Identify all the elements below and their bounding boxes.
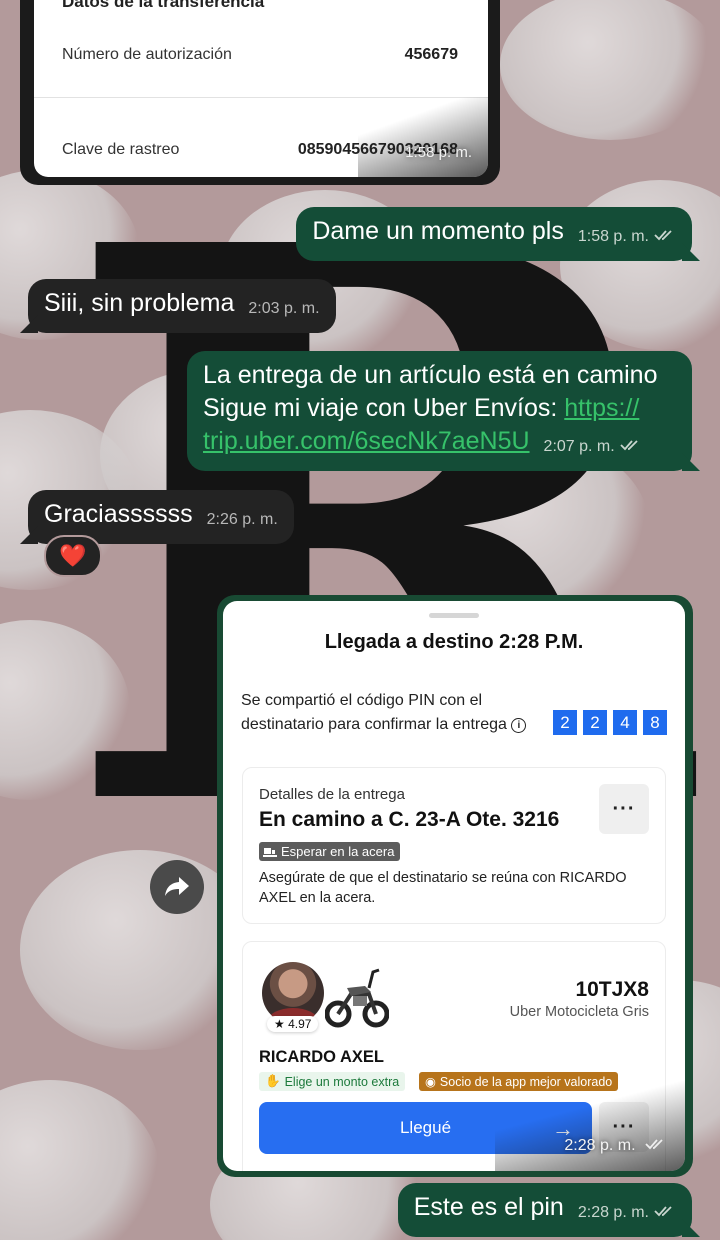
message-text: Siii, sin problema <box>44 289 235 317</box>
rating-value: 4.97 <box>288 1017 312 1031</box>
chip-label: Elige un monto extra <box>284 1074 400 1089</box>
info-icon: i <box>511 717 527 733</box>
drag-handle <box>429 613 479 618</box>
auth-row: Número de autorización 456679 <box>62 46 458 64</box>
trip-link[interactable]: https:// <box>564 394 639 422</box>
message-line: Sigue mi viaje con Uber Envíos: <box>203 394 565 422</box>
pin-code: 2 2 4 8 <box>553 710 667 735</box>
tracking-label: Clave de rastreo <box>62 141 180 158</box>
pin-digit: 2 <box>583 710 607 735</box>
double-check-icon <box>654 1206 672 1217</box>
image-shade <box>358 97 488 177</box>
destination-heading: En camino a C. 23-A Ote. 3216 <box>259 808 560 831</box>
curb-icon <box>263 847 277 857</box>
forward-icon <box>165 877 189 896</box>
tag-label: Esperar en la acera <box>281 844 395 859</box>
message-meta: 2:28 p. m. <box>578 1196 676 1229</box>
message-time: 2:28 p. m. <box>577 1204 649 1221</box>
message-time: 2:03 p. m. <box>248 300 320 317</box>
tip-chip: ✋ Elige un monto extra <box>259 1072 406 1091</box>
reaction-emoji: ❤️ <box>59 543 87 568</box>
message-text: Este es el pin <box>413 1193 564 1221</box>
uber-screenshot-message[interactable]: Llegada a destino 2:28 P.M. Se compartió… <box>217 595 693 1177</box>
double-check-icon <box>645 1139 663 1150</box>
message-line: La entrega de un artículo está en camino <box>203 361 658 389</box>
driver-avatar <box>262 962 324 1024</box>
message-meta: 2:07 p. m. <box>544 430 642 463</box>
hand-icon: ✋ <box>265 1074 281 1088</box>
incoming-message[interactable]: Siii, sin problema 2:03 p. m. <box>28 279 336 333</box>
message-time: 2:28 p. m. <box>564 1137 636 1154</box>
pin-description: Se compartió el código PIN con el destin… <box>241 689 531 736</box>
driver-name: RICARDO AXEL <box>259 1048 384 1066</box>
auth-label: Número de autorización <box>62 46 232 63</box>
details-label: Detalles de la entrega <box>259 786 405 803</box>
uber-screenshot: Llegada a destino 2:28 P.M. Se compartió… <box>223 601 685 1171</box>
pin-digit: 4 <box>613 710 637 735</box>
pin-digit: 2 <box>553 710 577 735</box>
pin-text: Se compartió el código PIN con el destin… <box>241 692 507 733</box>
curbside-tag: Esperar en la acera <box>259 842 401 861</box>
message-time: 2:07 p. m. <box>543 438 615 455</box>
message-meta: 1:58 p. m. <box>578 220 676 253</box>
outgoing-message[interactable]: La entrega de un artículo está en camino… <box>187 351 692 471</box>
message-time: 2:26 p. m. <box>206 511 278 528</box>
transfer-title: Datos de la transferencia <box>62 0 265 11</box>
button-label: Llegué <box>399 1118 452 1137</box>
transfer-image-message[interactable]: Datos de la transferencia Número de auto… <box>20 0 500 185</box>
pin-digit: 8 <box>643 710 667 735</box>
double-check-icon <box>620 440 638 451</box>
message-time: 1:58 p. m. <box>405 144 472 161</box>
message-text: Graciassssss <box>44 500 193 528</box>
message-text: Dame un momento pls <box>312 217 564 245</box>
outgoing-message[interactable]: Este es el pin 2:28 p. m. <box>397 1183 692 1237</box>
license-plate: 10TJX8 <box>575 978 649 1001</box>
trip-link[interactable]: trip.uber.com/6secNk7aeN5U <box>203 427 530 455</box>
auth-value: 456679 <box>404 46 458 63</box>
delivery-instruction: Asegúrate de que el destinatario se reún… <box>259 870 627 906</box>
vehicle-description: Uber Motocicleta Gris <box>509 1004 649 1020</box>
more-options-button: ··· <box>599 784 649 834</box>
forward-button[interactable] <box>150 860 204 914</box>
double-check-icon <box>654 230 672 241</box>
image-shade <box>495 1081 685 1171</box>
transfer-receipt: Datos de la transferencia Número de auto… <box>34 0 488 177</box>
arrival-title: Llegada a destino 2:28 P.M. <box>324 631 584 653</box>
outgoing-message[interactable]: Dame un momento pls 1:58 p. m. <box>296 207 692 261</box>
star-icon: ★ <box>274 1017 285 1031</box>
driver-rating: ★ 4.97 <box>267 1016 319 1032</box>
delivery-details-panel: Detalles de la entrega En camino a C. 23… <box>242 767 666 924</box>
message-time: 1:58 p. m. <box>577 228 649 245</box>
motorcycle-icon <box>325 968 389 1028</box>
badge-icon: ◉ <box>425 1075 436 1089</box>
heart-reaction[interactable]: ❤️ <box>44 535 102 577</box>
message-meta: 2:28 p. m. <box>564 1137 667 1155</box>
